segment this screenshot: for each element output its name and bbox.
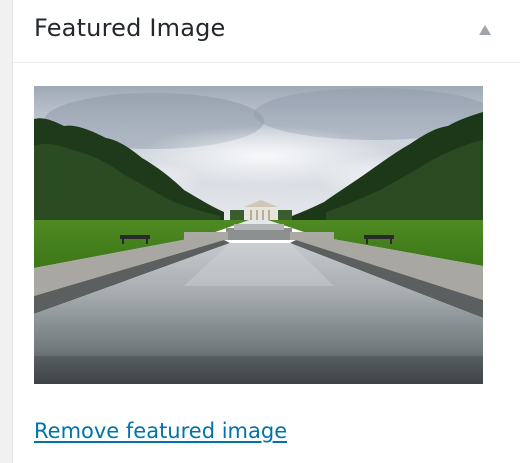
- remove-featured-image-link[interactable]: Remove featured image: [34, 419, 287, 443]
- triangle-up-icon: [479, 25, 491, 35]
- reflecting-pool-photo: [34, 86, 483, 384]
- metabox-title: Featured Image: [34, 14, 226, 42]
- featured-image-metabox: Featured Image Remove featured image: [12, 0, 520, 463]
- featured-image-thumbnail[interactable]: [34, 86, 483, 384]
- metabox-header: Featured Image: [13, 0, 520, 63]
- collapse-toggle-button[interactable]: [478, 24, 492, 36]
